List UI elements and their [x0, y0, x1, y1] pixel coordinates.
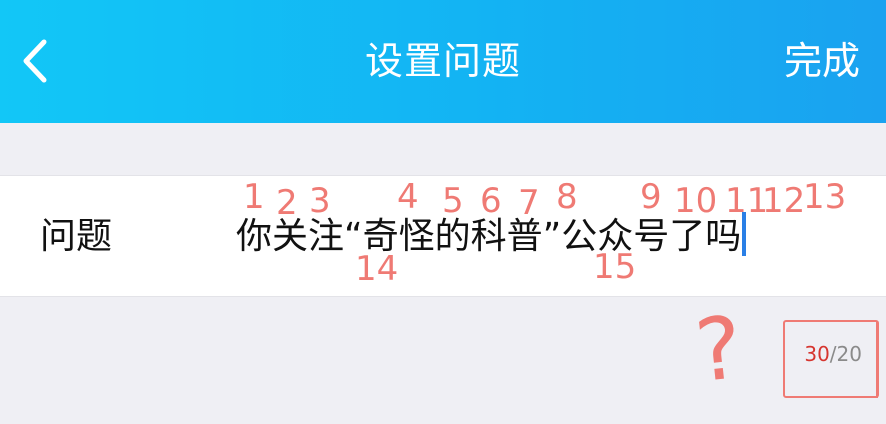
done-button[interactable]: 完成	[784, 38, 860, 84]
question-row: 问题 你关注“奇怪的科普”公众号了吗	[0, 175, 886, 297]
text-caret	[742, 212, 747, 256]
character-counter: 30/20	[804, 342, 862, 366]
character-count-current: 30	[804, 342, 830, 366]
question-label: 问题	[40, 216, 113, 257]
question-input-text: 你关注“奇怪的科普”公众号了吗	[236, 216, 742, 257]
annotation-question-mark: ?	[690, 297, 747, 403]
annotation-box-edge	[876, 322, 886, 398]
question-input[interactable]: 你关注“奇怪的科普”公众号了吗	[236, 212, 747, 261]
character-count-separator: /	[829, 342, 837, 366]
navigation-bar: 设置问题 完成	[0, 0, 886, 123]
page-title: 设置问题	[364, 39, 521, 83]
character-count-max: 20	[836, 342, 862, 366]
